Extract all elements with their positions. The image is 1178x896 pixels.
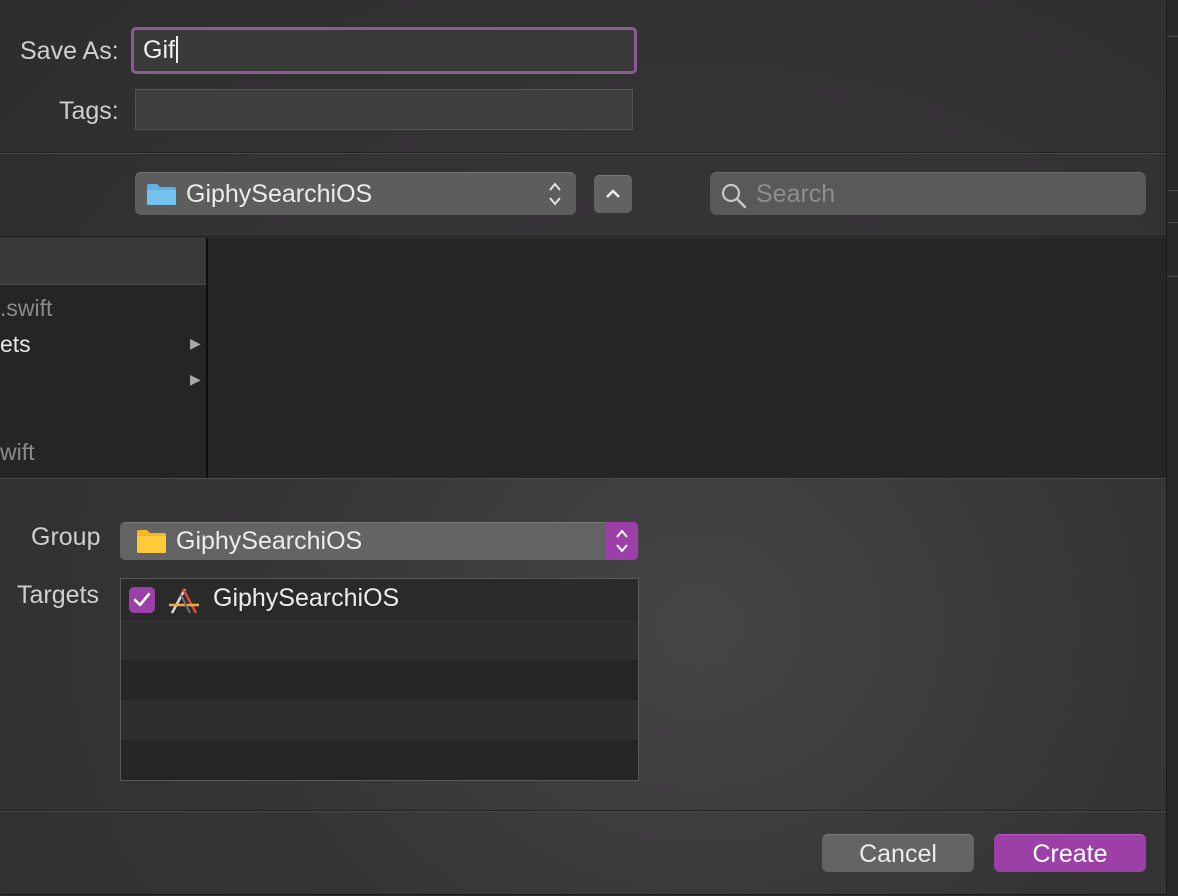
save-as-value: Gif [143,36,175,64]
folder-item[interactable]: ets [0,331,31,358]
browser-column: .swift ets ▶ ▶ wift [0,238,208,478]
search-field[interactable]: Search [710,172,1146,215]
chevron-updown-icon [547,181,563,209]
divider [0,811,1166,812]
expand-collapse-button[interactable] [594,175,632,213]
cancel-button[interactable]: Cancel [822,834,974,872]
checkmark-icon [133,592,151,607]
app-target-icon [169,588,199,614]
table-row [121,660,638,700]
target-checkbox[interactable] [129,587,155,613]
chevron-updown-icon [616,529,628,553]
column-header [0,238,206,285]
divider [0,478,1166,479]
create-button[interactable]: Create [994,834,1146,872]
divider [1167,222,1178,223]
folder-icon [137,530,166,553]
file-browser: .swift ets ▶ ▶ wift [0,238,1166,478]
folder-icon [147,184,176,205]
text-caret [175,36,178,63]
target-name: GiphySearchiOS [213,584,400,612]
group-label: Group [31,523,101,551]
save-as-label: Save As: [20,37,119,65]
search-icon [721,183,747,209]
group-value: GiphySearchiOS [176,527,363,555]
divider [1167,276,1178,277]
location-popup[interactable]: GiphySearchiOS [135,172,576,215]
table-row [121,620,638,660]
tags-label: Tags: [59,97,119,125]
divider [0,153,1166,154]
table-row [121,740,638,780]
divider [1167,36,1178,37]
table-row[interactable]: GiphySearchiOS [121,579,638,619]
file-item[interactable]: wift [0,439,35,466]
background-window-edge [1167,0,1178,896]
targets-label: Targets [17,581,99,609]
search-placeholder: Search [756,180,836,208]
disclosure-arrow-icon: ▶ [190,371,201,387]
tags-input[interactable] [135,89,633,130]
table-row [121,700,638,740]
file-item[interactable]: .swift [0,295,52,322]
divider [1167,190,1178,191]
divider [0,236,1166,237]
targets-table: GiphySearchiOS [120,578,639,781]
save-as-input[interactable]: Gif [131,27,637,74]
save-dialog: Save As: Gif Tags: GiphySearchiOS Search… [0,0,1167,895]
chevron-up-icon [606,189,620,198]
group-popup[interactable]: GiphySearchiOS [120,522,638,560]
location-folder-name: GiphySearchiOS [186,180,373,208]
disclosure-arrow-icon: ▶ [190,335,201,351]
group-stepper[interactable] [606,522,638,560]
